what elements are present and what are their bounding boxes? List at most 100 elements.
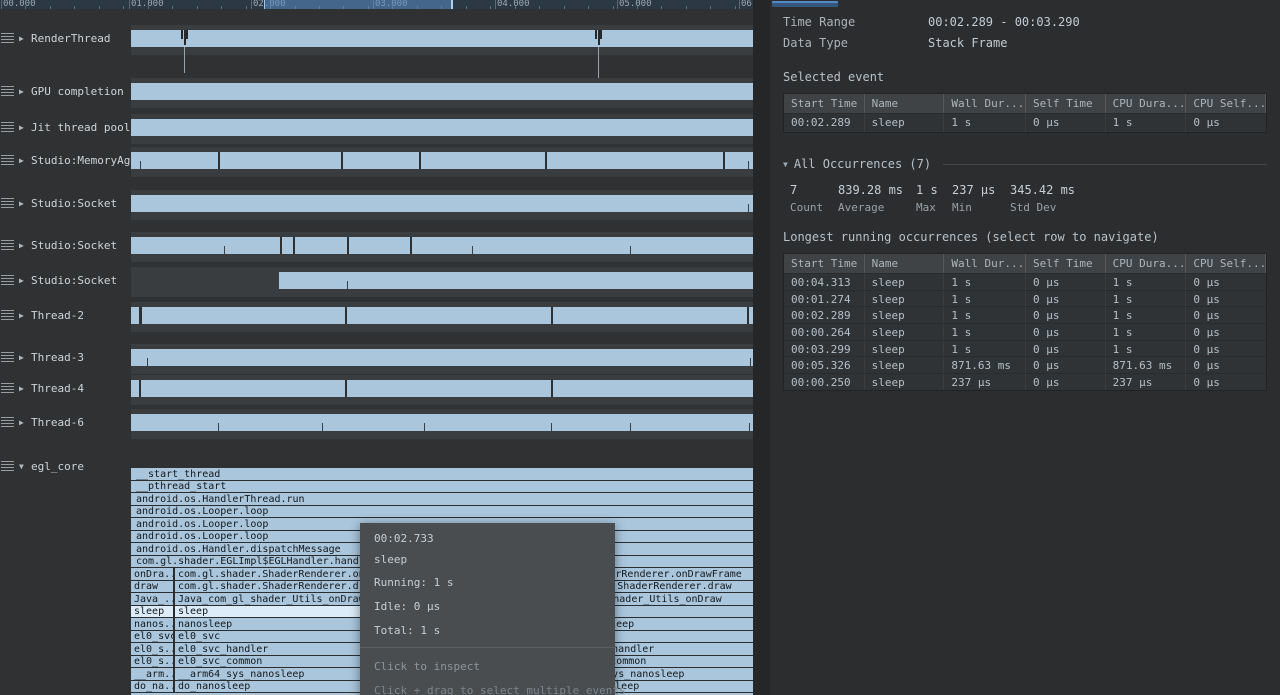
collapse-arrow-icon[interactable]: ▼ <box>19 462 29 471</box>
thread-activity-bar[interactable] <box>131 83 753 100</box>
column-header-name[interactable]: Name <box>865 94 945 113</box>
table-row[interactable]: 00:04.313 sleep 1 s0 µs 1 s0 µs <box>784 273 1266 290</box>
stack-frame-segment-truncated[interactable]: el0_s... <box>131 643 173 655</box>
ruler-time-label: 06.0 <box>741 0 753 9</box>
ruler-minor-tick <box>74 6 76 9</box>
column-header-wall-dur-[interactable]: Wall Dur... <box>944 94 1026 113</box>
column-header-cpu-self-[interactable]: CPU Self... <box>1186 94 1267 113</box>
stack-frame-segment-truncated[interactable]: onDra... <box>131 568 173 580</box>
thread-row-header-thread-2[interactable]: ▶ Thread-2 <box>0 307 84 323</box>
stack-frame-segment-truncated[interactable]: sleep <box>131 605 173 617</box>
table-row[interactable]: 00:00.250 sleep 237 µs 0 µs 237 µs 0 µs <box>784 373 1266 390</box>
scrollbar-thumb[interactable] <box>772 1 838 7</box>
thread-row-header-gpu-completion[interactable]: ▶ GPU completion <box>0 83 124 99</box>
stack-frame-segment-truncated[interactable]: el0_svc <box>131 630 173 642</box>
drag-handle-icon[interactable] <box>1 382 14 394</box>
expand-arrow-icon[interactable]: ▶ <box>19 199 29 208</box>
tooltip-divider <box>360 647 615 648</box>
drag-handle-icon[interactable] <box>1 32 14 44</box>
table-row[interactable]: 00:03.299 sleep 1 s0 µs 1 s0 µs <box>784 339 1266 357</box>
thread-activity-bar[interactable] <box>131 30 753 47</box>
thread-row-header-renderthread[interactable]: ▶ RenderThread <box>0 30 110 46</box>
thread-row-header-egl-core[interactable]: ▼ egl_core <box>0 458 84 474</box>
stack-frame-segment[interactable]: __pthread_start <box>131 480 753 492</box>
ruler-selection-band[interactable] <box>264 0 453 9</box>
thread-activity-bar[interactable] <box>131 307 753 324</box>
table-row[interactable]: 00:02.289 sleep 1 s0 µs 1 s0 µs <box>784 306 1266 324</box>
drag-handle-icon[interactable] <box>1 239 14 251</box>
column-header-cpu-dura-[interactable]: CPU Dura... <box>1106 254 1187 273</box>
column-header-self-time[interactable]: Self Time <box>1026 94 1106 113</box>
expand-arrow-icon[interactable]: ▶ <box>19 241 29 250</box>
stack-frame-segment-truncated[interactable]: nanos... <box>131 618 173 630</box>
stack-frame-segment[interactable]: __start_thread <box>131 468 753 480</box>
thread-row-header-studio-socket[interactable]: ▶ Studio:Socket <box>0 272 117 288</box>
thread-row-header-studio-socket[interactable]: ▶ Studio:Socket <box>0 237 117 253</box>
collapse-arrow-icon[interactable]: ▼ <box>783 160 788 169</box>
thread-row-header-thread-6[interactable]: ▶ Thread-6 <box>0 414 84 430</box>
drag-handle-icon[interactable] <box>1 460 14 472</box>
expand-arrow-icon[interactable]: ▶ <box>19 276 29 285</box>
expand-arrow-icon[interactable]: ▶ <box>19 156 29 165</box>
thread-activity-bar[interactable] <box>131 195 753 212</box>
table-row[interactable]: 00:02.289 sleep 1 s0 µs 1 s0 µs <box>784 113 1266 132</box>
all-occurrences-header[interactable]: ▼ All Occurrences (7) <box>783 157 1267 171</box>
thread-activity-bar[interactable] <box>131 380 753 397</box>
expand-arrow-icon[interactable]: ▶ <box>19 353 29 362</box>
stat-value: 7 <box>790 183 798 197</box>
stack-frame-label: Java_com_gl_shader_Utils_onDraw <box>178 593 365 605</box>
table-row[interactable]: 00:05.326 sleep 871.63 ms 0 µs 871.63 ms 0 µs <box>784 356 1266 374</box>
stack-frame-segment[interactable]: android.os.Looper.loop <box>131 505 753 517</box>
thread-row-header-studio-socket[interactable]: ▶ Studio:Socket <box>0 195 117 211</box>
drag-handle-icon[interactable] <box>1 309 14 321</box>
expand-arrow-icon[interactable]: ▶ <box>19 311 29 320</box>
thread-row-header-studio-memoryag[interactable]: ▶ Studio:MemoryAg <box>0 152 130 168</box>
thread-row-header-thread-3[interactable]: ▶ Thread-3 <box>0 349 84 365</box>
tooltip-running: Running: 1 s <box>374 576 454 589</box>
table-cell: 0 µs <box>1026 290 1106 307</box>
table-row[interactable]: 00:01.274 sleep 1 s0 µs 1 s0 µs <box>784 289 1266 307</box>
drag-handle-icon[interactable] <box>1 121 14 133</box>
column-header-cpu-dura-[interactable]: CPU Dura... <box>1106 94 1187 113</box>
thread-row-header-thread-4[interactable]: ▶ Thread-4 <box>0 380 84 396</box>
thread-row-header-jit-thread-pool[interactable]: ▶ Jit thread pool <box>0 119 130 135</box>
column-header-cpu-self-[interactable]: CPU Self... <box>1186 254 1267 273</box>
stack-frame-segment-truncated[interactable]: do_na... <box>131 680 173 692</box>
thread-activity-bar[interactable] <box>131 349 753 366</box>
expand-arrow-icon[interactable]: ▶ <box>19 418 29 427</box>
event-boundary-tick <box>139 307 142 324</box>
column-header-start-time[interactable]: Start Time <box>784 94 865 113</box>
table-row[interactable]: 00:00.264 sleep 1 s0 µs 1 s0 µs <box>784 323 1266 340</box>
stack-frame-segment-truncated[interactable]: __arm... <box>131 668 173 680</box>
time-ruler[interactable]: 00.00001.00002.00003.00004.00005.00006.0 <box>0 0 753 9</box>
expand-arrow-icon[interactable]: ▶ <box>19 34 29 43</box>
stack-frame-segment-truncated[interactable]: draw <box>131 580 173 592</box>
drag-handle-icon[interactable] <box>1 85 14 97</box>
stack-frame-segment-truncated[interactable]: el0_s... <box>131 655 173 667</box>
table-cell: 1 s <box>944 290 1026 307</box>
expand-arrow-icon[interactable]: ▶ <box>19 123 29 132</box>
expand-arrow-icon[interactable]: ▶ <box>19 87 29 96</box>
drag-handle-icon[interactable] <box>1 274 14 286</box>
drag-handle-icon[interactable] <box>1 416 14 428</box>
pane-divider[interactable] <box>753 0 770 695</box>
ruler-minor-tick <box>612 6 614 9</box>
thread-activity-bar[interactable] <box>131 119 753 136</box>
thread-activity-bar[interactable] <box>131 152 753 169</box>
stat-value: 237 µs <box>952 183 996 197</box>
stat-max: 1 s Max <box>916 183 938 214</box>
stack-frame-segment-truncated[interactable]: Java_... <box>131 593 173 605</box>
table-cell: 00:01.274 <box>784 290 865 307</box>
column-header-self-time[interactable]: Self Time <box>1026 254 1106 273</box>
expand-arrow-icon[interactable]: ▶ <box>19 384 29 393</box>
thread-activity-bar[interactable] <box>279 272 753 289</box>
column-header-name[interactable]: Name <box>865 254 945 273</box>
stack-frame-segment[interactable]: android.os.HandlerThread.run <box>131 493 753 505</box>
drag-handle-icon[interactable] <box>1 197 14 209</box>
column-header-wall-dur-[interactable]: Wall Dur... <box>944 254 1026 273</box>
drag-handle-icon[interactable] <box>1 351 14 363</box>
column-header-start-time[interactable]: Start Time <box>784 254 865 273</box>
thread-activity-bar[interactable] <box>131 414 753 431</box>
table-cell: 00:03.299 <box>784 340 865 357</box>
drag-handle-icon[interactable] <box>1 154 14 166</box>
